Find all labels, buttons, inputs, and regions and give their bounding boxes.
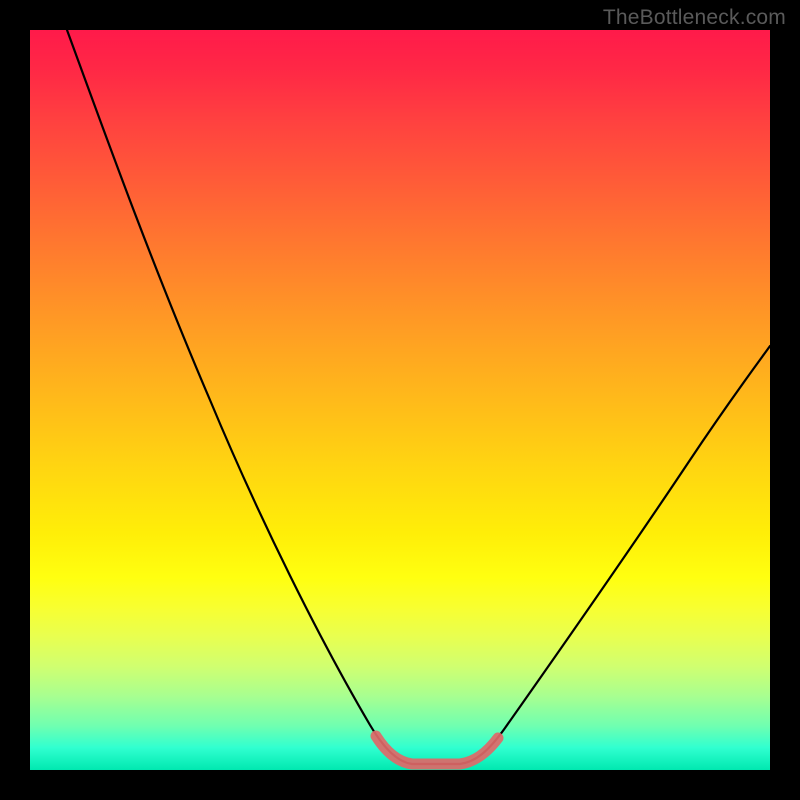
curve-bottom-highlight xyxy=(376,736,498,764)
curve-main-line xyxy=(67,30,770,764)
watermark-text: TheBottleneck.com xyxy=(603,6,786,30)
chart-plot-area xyxy=(30,30,770,770)
chart-svg xyxy=(30,30,770,770)
